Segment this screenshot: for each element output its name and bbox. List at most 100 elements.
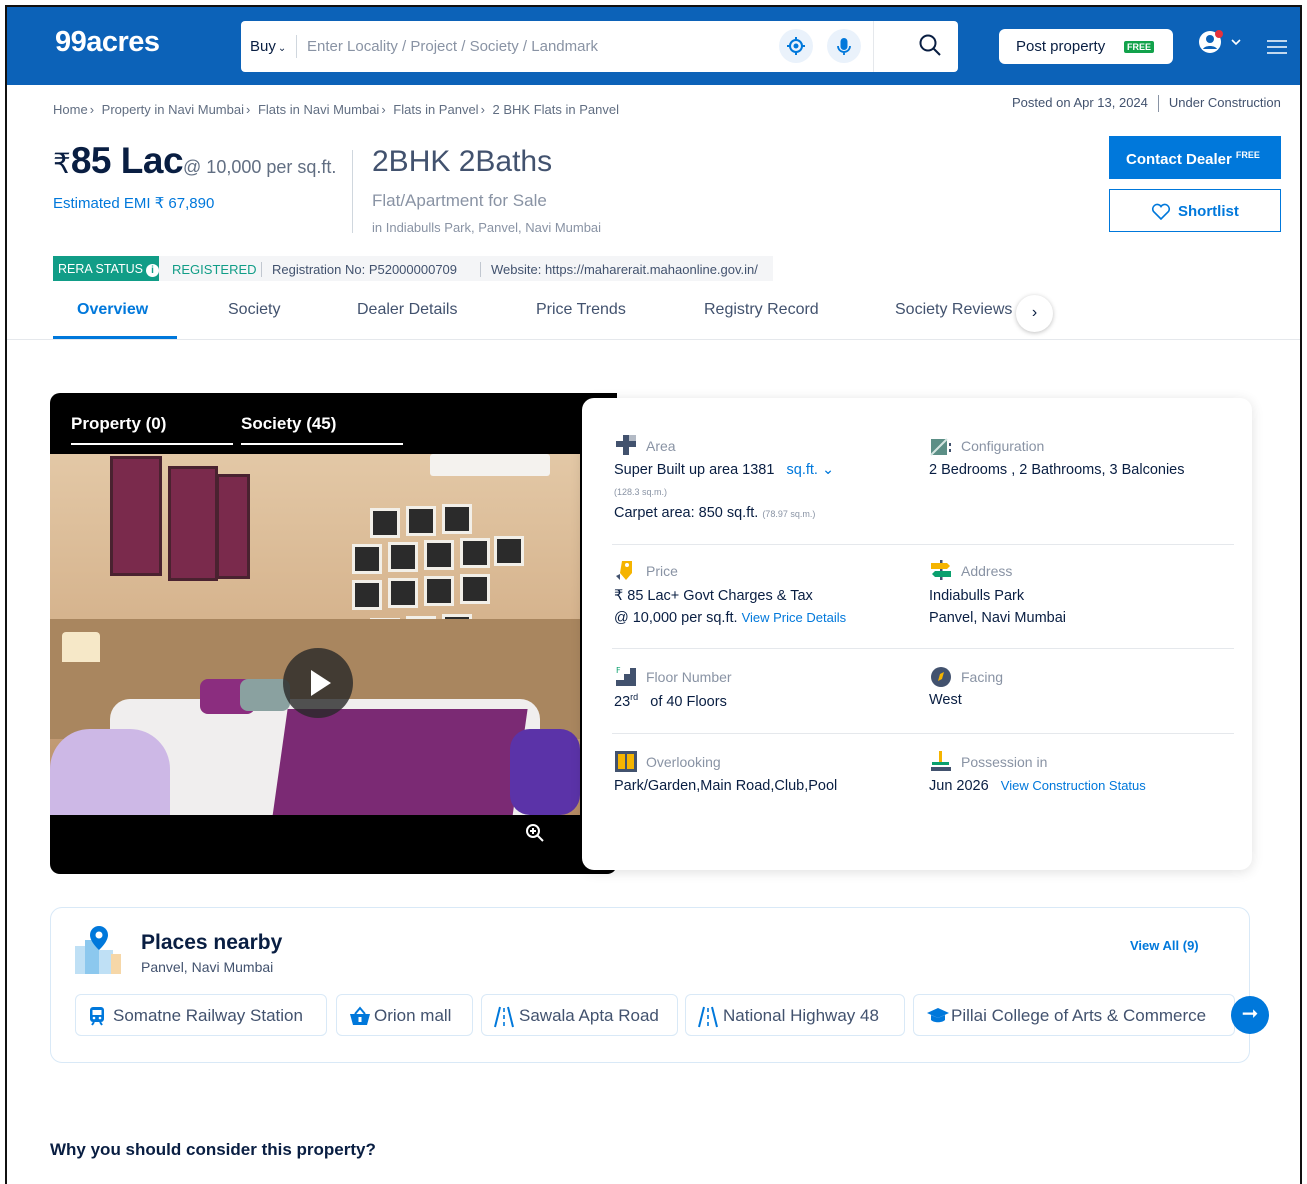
- air-conditioner: [430, 454, 550, 476]
- detail-value-row: @ 10,000 per sq.ft. View Price Details: [614, 610, 846, 626]
- tab-society-photos[interactable]: Society (45): [241, 414, 336, 434]
- detail-value: Carpet area: 850 sq.ft.: [614, 505, 759, 521]
- posted-date: Posted on Apr 13, 2024: [1012, 95, 1148, 110]
- site-logo[interactable]: 99acres: [55, 26, 160, 59]
- detail-value: Park/Garden,Main Road,Club,Pool: [614, 778, 838, 794]
- view-all-link[interactable]: View All (9): [1130, 938, 1199, 953]
- detail-label: Facing: [961, 669, 1004, 685]
- places-subtitle: Panvel, Navi Mumbai: [141, 959, 274, 975]
- heart-icon: [1151, 203, 1171, 220]
- microphone-icon[interactable]: [827, 29, 861, 63]
- price-value: 85 Lac: [70, 140, 184, 181]
- divider: [612, 544, 1234, 545]
- place-name: Pillai College of Arts & Commerce: [951, 1006, 1207, 1025]
- compass-icon: [931, 667, 951, 687]
- breadcrumb-item[interactable]: Flats in Panvel: [393, 102, 478, 117]
- places-nearby-card: Places nearby Panvel, Navi Mumbai View A…: [50, 907, 1269, 1063]
- property-title: 2BHK 2Baths: [372, 145, 553, 178]
- wall-art: [168, 466, 218, 581]
- rera-status-badge[interactable]: RERA STATUS i: [53, 256, 159, 281]
- floor-ordinal: rd: [630, 692, 639, 702]
- detail-value: @ 10,000 per sq.ft.: [614, 610, 738, 626]
- wall-art: [216, 474, 250, 579]
- free-badge: FREE: [1124, 41, 1155, 53]
- zoom-in-icon[interactable]: [525, 823, 545, 848]
- emi-link[interactable]: Estimated EMI ₹ 67,890: [53, 194, 214, 212]
- bed-throw: [272, 709, 528, 815]
- detail-value: 23rd of 40 Floors: [614, 692, 727, 710]
- view-construction-status-link[interactable]: View Construction Status: [1001, 778, 1146, 793]
- price-tag-icon: [616, 561, 632, 580]
- post-property-button[interactable]: Post property FREE: [999, 29, 1173, 64]
- contact-dealer-label: Contact Dealer: [1126, 151, 1232, 168]
- place-chip[interactable]: Sawala Apta Road: [481, 994, 678, 1036]
- arrow-right-icon[interactable]: ➞: [1231, 996, 1269, 1034]
- train-icon: [90, 1007, 104, 1026]
- search-icon[interactable]: [918, 33, 942, 62]
- place-chip[interactable]: Orion mall: [336, 994, 473, 1036]
- info-icon[interactable]: i: [145, 264, 159, 277]
- detail-value-row: Jun 2026 View Construction Status: [929, 778, 1146, 794]
- detail-value: Jun 2026: [929, 778, 989, 794]
- detail-value: ₹ 85 Lac+ Govt Charges & Tax: [614, 588, 813, 604]
- tab-society-reviews[interactable]: Society Reviews: [895, 301, 1012, 319]
- posting-info: Posted on Apr 13, 2024 Under Construction: [1012, 95, 1281, 113]
- area-sqm: (128.3 sq.m.): [614, 487, 668, 497]
- tab-indicator: [241, 443, 403, 445]
- graduation-cap-icon: [927, 1008, 949, 1023]
- tab-registry-record[interactable]: Registry Record: [704, 301, 819, 319]
- rera-state: REGISTERED: [172, 262, 257, 277]
- shortlist-label: Shortlist: [1178, 203, 1239, 220]
- rera-label: RERA STATUS: [58, 262, 143, 276]
- city-pin-icon: [75, 926, 121, 974]
- play-triangle: [311, 670, 331, 696]
- locate-me-icon[interactable]: [779, 29, 813, 63]
- tab-price-trends[interactable]: Price Trends: [536, 301, 626, 319]
- carpet-sqm: (78.97 sq.m.): [762, 509, 816, 519]
- hamburger-menu-icon[interactable]: [1266, 39, 1288, 60]
- shortlist-button[interactable]: Shortlist: [1109, 189, 1281, 232]
- view-price-details-link[interactable]: View Price Details: [742, 610, 847, 625]
- detail-label: Overlooking: [646, 754, 721, 770]
- tab-overview[interactable]: Overview: [77, 301, 148, 319]
- property-details-card: Area Super Built up area 1381 sq.ft. ⌄ (…: [582, 398, 1252, 870]
- area-unit-dropdown[interactable]: sq.ft. ⌄: [787, 462, 835, 478]
- chevron-right-icon[interactable]: ›: [1016, 295, 1053, 332]
- divider: [352, 150, 353, 233]
- user-account-icon[interactable]: [1199, 30, 1243, 65]
- search-bar: Buy ⌄: [241, 21, 958, 72]
- place-chip[interactable]: Somatne Railway Station: [75, 994, 327, 1036]
- breadcrumb-item[interactable]: Home: [53, 102, 88, 117]
- svg-text:F: F: [616, 666, 621, 675]
- bedroom-photo[interactable]: edroom: [50, 454, 580, 815]
- detail-value: Super Built up area 1381: [614, 462, 775, 478]
- section-tabs: Overview Society Dealer Details Price Tr…: [7, 295, 1300, 340]
- tab-property-photos[interactable]: Property (0): [71, 414, 166, 434]
- tab-society[interactable]: Society: [228, 301, 280, 319]
- contact-dealer-button[interactable]: Contact Dealer FREE: [1109, 136, 1281, 179]
- carpet-area: Carpet area: 850 sq.ft. (78.97 sq.m.): [614, 505, 815, 521]
- breadcrumb-item[interactable]: Flats in Navi Mumbai: [258, 102, 379, 117]
- search-mode-dropdown[interactable]: Buy ⌄: [250, 38, 286, 55]
- place-chip[interactable]: National Highway 48: [685, 994, 905, 1036]
- detail-label: Floor Number: [646, 669, 732, 685]
- place-name: National Highway 48: [723, 1006, 879, 1025]
- breadcrumb: Home › Property in Navi Mumbai › Flats in …: [53, 102, 619, 117]
- divider: [612, 648, 1234, 649]
- active-tab-indicator: [53, 336, 177, 339]
- place-chip[interactable]: Pillai College of Arts & Commerce: [913, 994, 1235, 1036]
- breadcrumb-separator: ›: [245, 102, 251, 117]
- place-name: Orion mall: [374, 1006, 452, 1025]
- tab-dealer-details[interactable]: Dealer Details: [357, 301, 457, 319]
- area-unit-label: sq.ft.: [786, 462, 818, 478]
- rera-website[interactable]: Website: https://maharerait.mahaonline.g…: [480, 262, 758, 277]
- play-video-icon[interactable]: [283, 648, 353, 718]
- detail-label: Area: [646, 438, 676, 454]
- floor-icon: F: [616, 666, 636, 686]
- detail-label: Address: [961, 563, 1013, 579]
- detail-value: Panvel, Navi Mumbai: [929, 610, 1066, 626]
- search-input[interactable]: [307, 31, 767, 62]
- breadcrumb-item[interactable]: Property in Navi Mumbai: [102, 102, 244, 117]
- lamp: [62, 632, 100, 662]
- detail-value: West: [929, 692, 962, 708]
